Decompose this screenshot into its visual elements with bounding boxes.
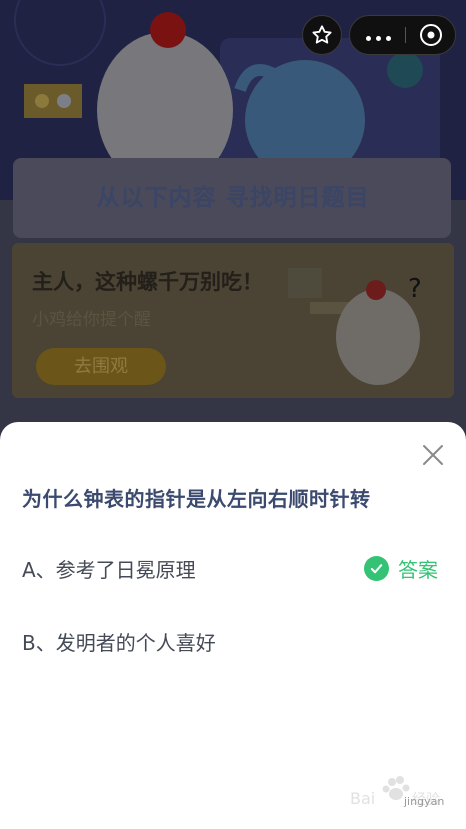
check-icon: [364, 556, 389, 581]
star-icon: [312, 25, 332, 44]
promo-subtitle: 小鸡给你提个醒: [32, 310, 151, 330]
favorite-button[interactable]: [302, 15, 342, 55]
promo-title: 主人，这种螺千万别吃！: [32, 270, 263, 294]
exit-button[interactable]: [406, 16, 456, 54]
close-icon[interactable]: [419, 441, 447, 469]
page-headline: 从以下内容 寻找明日题目: [96, 185, 370, 211]
mini-program-capsule: [349, 15, 456, 55]
close-circle-icon: [420, 24, 442, 46]
more-dots-icon: [363, 26, 393, 45]
svg-text:?: ?: [408, 274, 422, 304]
svg-text:Bai: Bai: [350, 789, 375, 808]
chicken-illustration: ?: [288, 268, 422, 385]
more-button[interactable]: [350, 16, 406, 54]
option-b-label: B、发明者的个人喜好: [22, 631, 216, 655]
answer-badge: 答案: [364, 554, 438, 583]
promo-button: 去围观: [36, 348, 166, 385]
option-b[interactable]: B、发明者的个人喜好: [0, 611, 466, 667]
option-a-label: A、参考了日冕原理: [22, 558, 196, 582]
question-title: 为什么钟表的指针是从左向右顺时针转: [22, 487, 371, 511]
answer-label: 答案: [398, 558, 438, 582]
watermark-text: jingyan: [404, 795, 445, 808]
option-a[interactable]: A、参考了日冕原理 答案: [0, 538, 466, 594]
